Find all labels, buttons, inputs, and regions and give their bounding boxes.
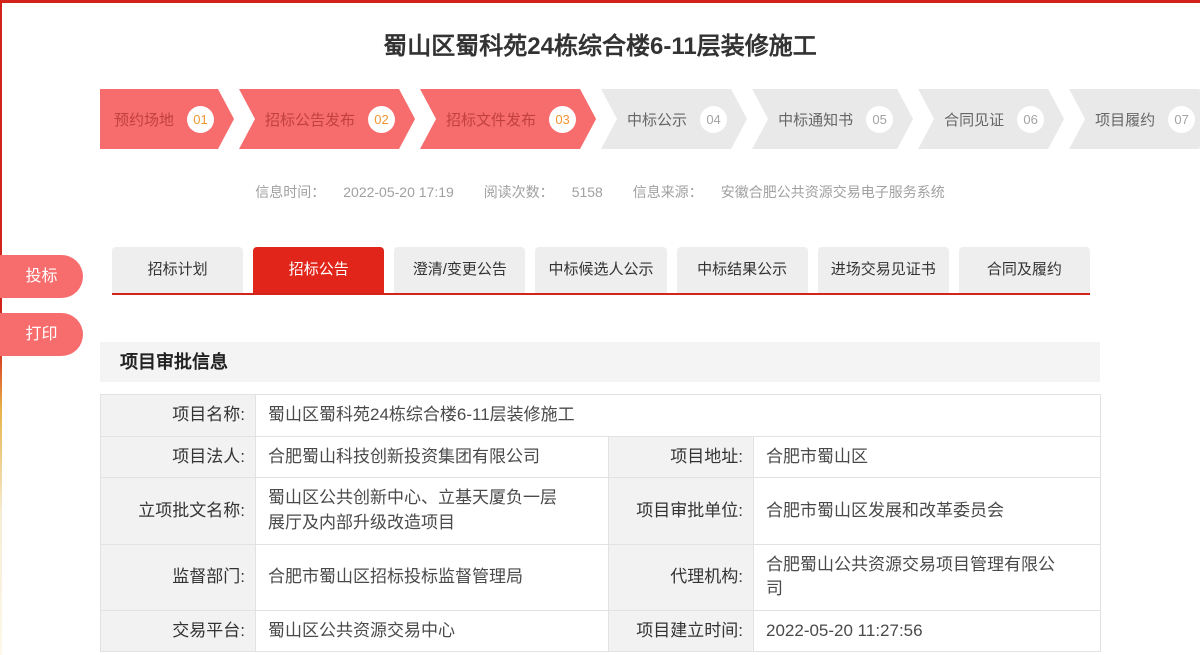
table-row: 项目名称: 蜀山区蜀科苑24栋综合楼6-11层装修施工: [101, 395, 1101, 437]
step-label: 中标通知书: [778, 109, 853, 130]
step-project-performance[interactable]: 项目履约 07: [1069, 89, 1200, 149]
step-label: 合同见证: [944, 109, 1004, 130]
progress-steps: 预约场地 01 招标公告发布 02 招标文件发布 03 中标公示 04 中标通知…: [100, 89, 1100, 149]
step-label: 招标公告发布: [265, 109, 355, 130]
step-number-badge: 07: [1168, 106, 1195, 133]
step-award-notice[interactable]: 中标通知书 05: [752, 89, 913, 149]
field-value-project-name: 蜀山区蜀科苑24栋综合楼6-11层装修施工: [256, 395, 1101, 437]
field-label-approval-unit: 项目审批单位:: [609, 478, 754, 544]
field-value-legal-person: 合肥蜀山科技创新投资集团有限公司: [256, 436, 609, 478]
step-label: 中标公示: [627, 109, 687, 130]
tab-tender-announcement[interactable]: 招标公告: [253, 247, 384, 293]
tab-clarification-change[interactable]: 澄清/变更公告: [394, 247, 525, 293]
step-tender-documents[interactable]: 招标文件发布 03: [420, 89, 596, 149]
table-row: 项目法人: 合肥蜀山科技创新投资集团有限公司 项目地址: 合肥市蜀山区: [101, 436, 1101, 478]
field-label-project-address: 项目地址:: [609, 436, 754, 478]
step-number-badge: 05: [866, 106, 893, 133]
meta-time-value: 2022-05-20 17:19: [343, 184, 454, 200]
field-value-approval-doc-name: 蜀山区公共创新中心、立基天厦负一层展厅及内部升级改造项目: [256, 478, 609, 544]
field-label-project-created-time: 项目建立时间:: [609, 610, 754, 652]
main-content: 蜀山区蜀科苑24栋综合楼6-11层装修施工 预约场地 01 招标公告发布 02 …: [100, 3, 1100, 652]
print-button[interactable]: 打印: [0, 313, 83, 356]
project-approval-table: 项目名称: 蜀山区蜀科苑24栋综合楼6-11层装修施工 项目法人: 合肥蜀山科技…: [100, 394, 1101, 652]
meta-source-value: 安徽合肥公共资源交易电子服务系统: [721, 184, 945, 200]
table-row: 立项批文名称: 蜀山区公共创新中心、立基天厦负一层展厅及内部升级改造项目 项目审…: [101, 478, 1101, 544]
step-label: 项目履约: [1095, 109, 1155, 130]
field-value-project-address: 合肥市蜀山区: [754, 436, 1101, 478]
step-number-badge: 01: [187, 106, 214, 133]
field-label-trading-platform: 交易平台:: [101, 610, 256, 652]
section-title-project-approval: 项目审批信息: [100, 342, 1100, 382]
table-row: 监督部门: 合肥市蜀山区招标投标监督管理局 代理机构: 合肥蜀山公共资源交易项目…: [101, 544, 1101, 610]
tab-entry-certificate[interactable]: 进场交易见证书: [818, 247, 949, 293]
tab-result-publicity[interactable]: 中标结果公示: [677, 247, 808, 293]
field-label-supervision-dept: 监督部门:: [101, 544, 256, 610]
tab-candidate-publicity[interactable]: 中标候选人公示: [535, 247, 666, 293]
field-value-approval-unit: 合肥市蜀山区发展和改革委员会: [754, 478, 1101, 544]
field-value-trading-platform: 蜀山区公共资源交易中心: [256, 610, 609, 652]
info-meta-line: 信息时间： 2022-05-20 17:19 阅读次数： 5158 信息来源： 安徽合…: [100, 183, 1100, 201]
field-value-agency: 合肥蜀山公共资源交易项目管理有限公司: [754, 544, 1101, 610]
tab-bar: 招标计划 招标公告 澄清/变更公告 中标候选人公示 中标结果公示 进场交易见证书…: [112, 247, 1090, 295]
tab-contract-performance[interactable]: 合同及履约: [959, 247, 1090, 293]
meta-time-label: 信息时间：: [255, 184, 325, 200]
step-contract-witness[interactable]: 合同见证 06: [918, 89, 1064, 149]
step-number-badge: 06: [1017, 106, 1044, 133]
meta-views-value: 5158: [572, 184, 603, 200]
field-label-agency: 代理机构:: [609, 544, 754, 610]
step-winner-publicity[interactable]: 中标公示 04: [601, 89, 747, 149]
page-title: 蜀山区蜀科苑24栋综合楼6-11层装修施工: [100, 3, 1100, 59]
tab-tender-plan[interactable]: 招标计划: [112, 247, 243, 293]
meta-source-label: 信息来源：: [633, 184, 703, 200]
meta-views-label: 阅读次数：: [484, 184, 554, 200]
field-value-supervision-dept: 合肥市蜀山区招标投标监督管理局: [256, 544, 609, 610]
bid-button[interactable]: 投标: [0, 255, 83, 298]
table-row: 交易平台: 蜀山区公共资源交易中心 项目建立时间: 2022-05-20 11:…: [101, 610, 1101, 652]
step-tender-announcement[interactable]: 招标公告发布 02: [239, 89, 415, 149]
step-number-badge: 03: [549, 106, 576, 133]
field-value-project-created-time: 2022-05-20 11:27:56: [754, 610, 1101, 652]
step-label: 预约场地: [114, 109, 174, 130]
step-number-badge: 04: [700, 106, 727, 133]
field-label-approval-doc-name: 立项批文名称:: [101, 478, 256, 544]
step-reserve-venue[interactable]: 预约场地 01: [100, 89, 234, 149]
field-label-project-name: 项目名称:: [101, 395, 256, 437]
field-label-legal-person: 项目法人:: [101, 436, 256, 478]
step-label: 招标文件发布: [446, 109, 536, 130]
step-number-badge: 02: [368, 106, 395, 133]
